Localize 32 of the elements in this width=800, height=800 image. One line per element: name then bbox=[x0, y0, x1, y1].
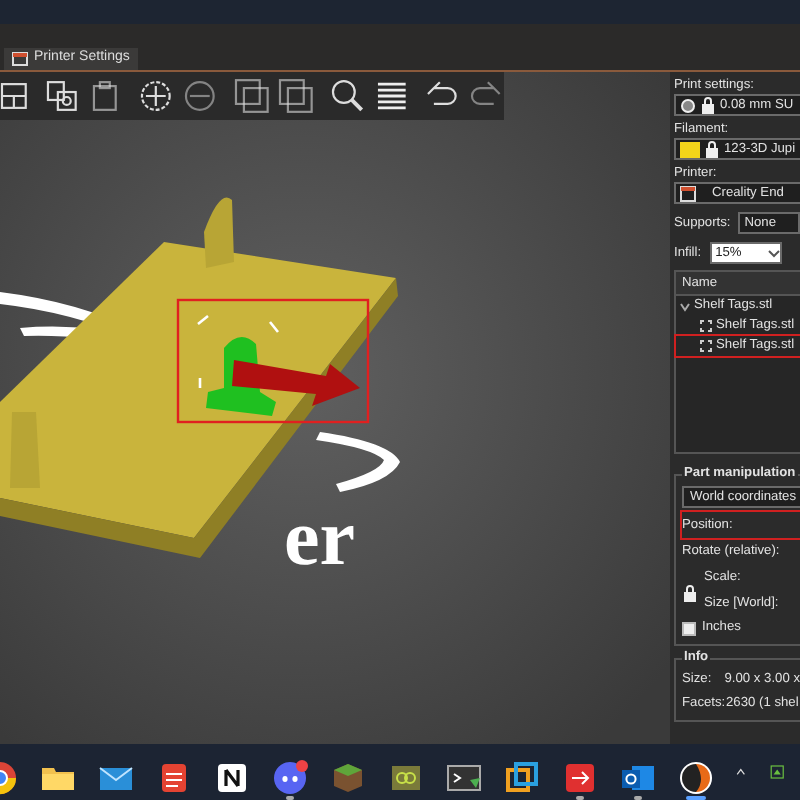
slicer-app-icon[interactable] bbox=[678, 759, 714, 796]
remote-app-icon[interactable] bbox=[562, 759, 598, 796]
instance-icon[interactable] bbox=[234, 78, 270, 114]
tray-app-icon[interactable] bbox=[769, 760, 784, 784]
part-icon bbox=[700, 320, 712, 332]
gear-icon bbox=[680, 97, 696, 113]
add-icon[interactable] bbox=[138, 78, 175, 114]
search-icon[interactable] bbox=[329, 78, 365, 114]
chevron-up-icon[interactable] bbox=[736, 766, 746, 778]
window-icon bbox=[12, 52, 28, 66]
remove-icon[interactable] bbox=[182, 78, 219, 114]
squares-app-icon[interactable] bbox=[504, 759, 540, 796]
inches-checkbox[interactable] bbox=[682, 621, 696, 635]
printer-icon bbox=[680, 185, 696, 201]
chat-app-icon[interactable] bbox=[272, 759, 308, 796]
lock-icon bbox=[704, 140, 720, 158]
bed-logo-text: er bbox=[284, 492, 356, 582]
color-swatch-icon bbox=[680, 141, 700, 157]
move-arrow[interactable] bbox=[232, 360, 360, 406]
terminal-icon[interactable] bbox=[446, 759, 482, 796]
lock-icon bbox=[700, 96, 716, 114]
paste-icon[interactable] bbox=[87, 78, 123, 114]
part-icon bbox=[700, 340, 712, 352]
copy-icon[interactable] bbox=[43, 78, 80, 114]
list-app-icon[interactable] bbox=[156, 759, 192, 796]
notes-app-icon[interactable] bbox=[214, 759, 250, 796]
lock-icon bbox=[682, 584, 696, 602]
instance-icon[interactable] bbox=[277, 78, 314, 114]
chevron-down-icon bbox=[767, 249, 780, 257]
grass-block-icon[interactable] bbox=[330, 759, 366, 796]
layers-icon[interactable] bbox=[373, 78, 409, 114]
chevron-down-icon bbox=[680, 301, 690, 311]
